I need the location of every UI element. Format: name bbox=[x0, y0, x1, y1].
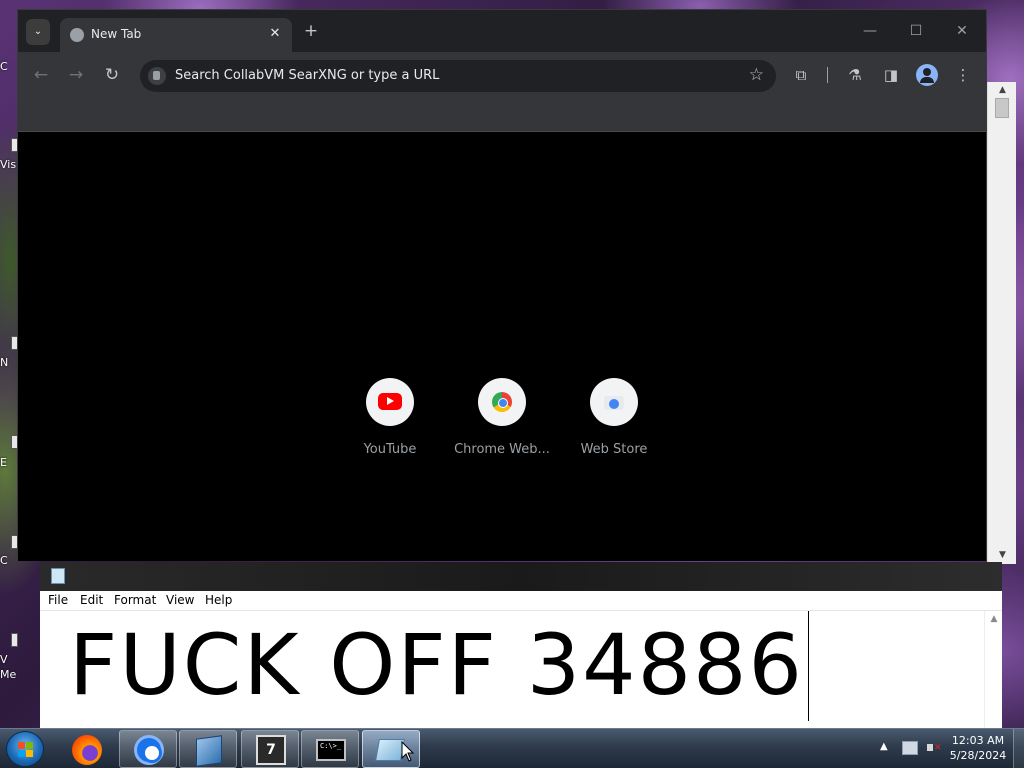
notepad-menu-bar: File Edit Format View Help bbox=[40, 591, 1002, 611]
clock[interactable]: 12:03 AM 5/28/2024 bbox=[948, 733, 1008, 763]
tab-title: New Tab bbox=[91, 27, 142, 41]
mouse-cursor-icon bbox=[401, 741, 415, 762]
labs-icon[interactable]: ⚗ bbox=[844, 64, 866, 86]
desktop-icon-label[interactable]: Me bbox=[0, 668, 18, 681]
chrome-menu-icon[interactable]: ⋮ bbox=[952, 64, 974, 86]
desktop-icon[interactable] bbox=[11, 633, 18, 647]
menu-view[interactable]: View bbox=[166, 593, 194, 607]
text-caret bbox=[808, 611, 809, 721]
extensions-icon[interactable]: ⧉ bbox=[790, 64, 812, 86]
taskbar: 7 C:\>_ ▲ 12:03 AM 5/28/2024 bbox=[0, 728, 1024, 768]
taskbar-cmd[interactable]: C:\>_ bbox=[301, 730, 359, 768]
desktop-icon-label[interactable]: C bbox=[0, 60, 18, 73]
desktop-icon-label[interactable]: E bbox=[0, 456, 18, 469]
virtualbox-icon bbox=[196, 735, 222, 767]
menu-help[interactable]: Help bbox=[205, 593, 232, 607]
volume-muted-icon[interactable] bbox=[926, 740, 942, 756]
notepad-scrollbar[interactable]: ▲ bbox=[984, 611, 1002, 728]
scroll-thumb[interactable] bbox=[995, 98, 1009, 118]
show-desktop-button[interactable] bbox=[1013, 729, 1024, 768]
globe-icon bbox=[70, 28, 84, 42]
start-button[interactable] bbox=[6, 731, 44, 767]
cmd-icon: C:\>_ bbox=[316, 739, 346, 761]
chrome-icon bbox=[134, 735, 164, 765]
scroll-down-arrow[interactable]: ▼ bbox=[988, 547, 1017, 563]
shortcut-chrome-web-store[interactable]: Chrome Web... bbox=[447, 378, 557, 468]
tab-close-icon[interactable]: ✕ bbox=[266, 25, 284, 43]
desktop-icon-label[interactable]: N bbox=[0, 356, 18, 369]
tab-new-tab[interactable]: New Tab ✕ bbox=[60, 18, 292, 52]
show-hidden-icons-chevron[interactable]: ▲ bbox=[880, 741, 888, 752]
shortcut-tile bbox=[366, 378, 414, 426]
profile-avatar-icon[interactable] bbox=[916, 64, 938, 86]
web-store-icon bbox=[604, 396, 624, 410]
tab-strip: ⌄ New Tab ✕ + — ☐ ✕ bbox=[18, 10, 986, 52]
firefox-icon bbox=[72, 735, 102, 765]
reload-button[interactable]: ↻ bbox=[101, 64, 123, 86]
minimize-button[interactable]: — bbox=[859, 20, 881, 42]
win7-64-icon: 7 bbox=[256, 735, 286, 765]
scroll-up-arrow[interactable]: ▲ bbox=[985, 614, 1003, 624]
youtube-icon bbox=[378, 393, 402, 410]
notepad-icon bbox=[51, 568, 65, 584]
address-bar[interactable]: Search CollabVM SearXNG or type a URL ☆ bbox=[140, 60, 776, 92]
site-info-icon[interactable] bbox=[148, 67, 166, 85]
bookmarks-bar bbox=[18, 98, 986, 132]
clock-time: 12:03 AM bbox=[951, 734, 1005, 747]
menu-edit[interactable]: Edit bbox=[80, 593, 103, 607]
forward-button[interactable]: → bbox=[65, 64, 87, 86]
bookmark-star-icon[interactable]: ☆ bbox=[749, 65, 764, 85]
taskbar-win7[interactable]: 7 bbox=[241, 730, 299, 768]
chrome-web-store-icon bbox=[492, 392, 512, 412]
browser-toolbar: ← → ↻ Search CollabVM SearXNG or type a … bbox=[18, 52, 986, 98]
shortcut-youtube[interactable]: YouTube bbox=[335, 378, 445, 468]
network-icon[interactable] bbox=[902, 741, 918, 755]
menu-format[interactable]: Format bbox=[114, 593, 156, 607]
system-tray: ▲ 12:03 AM 5/28/2024 bbox=[876, 729, 1024, 768]
taskbar-firefox[interactable] bbox=[58, 730, 116, 768]
new-tab-page: YouTube Chrome Web... Web Store bbox=[18, 133, 986, 561]
notepad-titlebar[interactable] bbox=[40, 562, 1002, 591]
desktop-icon-label[interactable]: Vis bbox=[0, 158, 18, 171]
notepad-text-area[interactable]: FUCK OFF 34886 ▲ bbox=[40, 611, 1002, 728]
tab-search-button[interactable]: ⌄ bbox=[26, 19, 50, 45]
clock-date: 5/28/2024 bbox=[949, 749, 1007, 762]
shortcut-tile bbox=[590, 378, 638, 426]
menu-file[interactable]: File bbox=[48, 593, 68, 607]
desktop-icon-label[interactable]: V bbox=[0, 653, 18, 666]
taskbar-virtualbox[interactable] bbox=[179, 730, 237, 768]
maximize-button[interactable]: ☐ bbox=[905, 20, 927, 42]
side-panel-icon[interactable]: ◨ bbox=[880, 64, 902, 86]
page-scrollbar[interactable]: ▲ ▼ bbox=[987, 82, 1016, 564]
notepad-content: FUCK OFF 34886 bbox=[69, 616, 804, 714]
shortcut-tile bbox=[478, 378, 526, 426]
toolbar-divider bbox=[827, 67, 828, 83]
close-window-button[interactable]: ✕ bbox=[951, 20, 973, 42]
back-button[interactable]: ← bbox=[30, 64, 52, 86]
desktop-icon-label[interactable]: C bbox=[0, 554, 18, 567]
scroll-up-arrow[interactable]: ▲ bbox=[988, 82, 1017, 98]
shortcut-label: YouTube bbox=[363, 442, 417, 457]
shortcut-label: Chrome Web... bbox=[454, 442, 550, 457]
new-tab-button[interactable]: + bbox=[301, 20, 321, 42]
shortcut-label: Web Store bbox=[580, 442, 648, 457]
taskbar-chrome[interactable] bbox=[119, 730, 177, 768]
shortcut-web-store[interactable]: Web Store bbox=[559, 378, 669, 468]
chrome-window: ⌄ New Tab ✕ + — ☐ ✕ ← → ↻ Search CollabV… bbox=[17, 9, 987, 561]
windows-logo-icon bbox=[18, 742, 34, 758]
address-bar-placeholder: Search CollabVM SearXNG or type a URL bbox=[175, 68, 440, 83]
